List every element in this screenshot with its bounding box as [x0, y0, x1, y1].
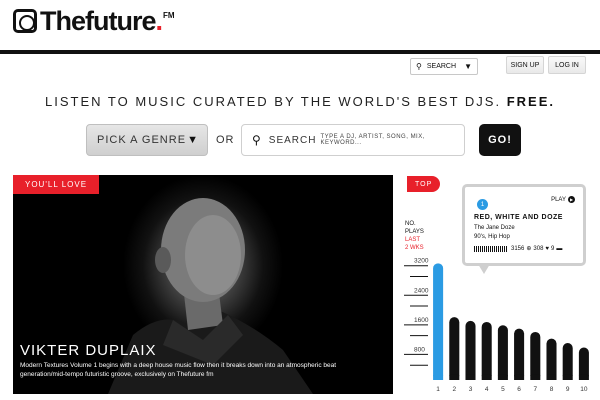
chart-bar-base — [546, 374, 557, 380]
chart-bar-8[interactable] — [546, 338, 557, 380]
heart-icon: ♥ — [545, 245, 549, 252]
x-tick-label: 8 — [550, 386, 554, 393]
y-tick-label: 3200 — [414, 258, 429, 265]
y-tick-label: 2400 — [414, 287, 429, 294]
top-plays-chart: 800 1600 2400 3200 1 2 3 4 5 6 7 8 9 10 — [404, 258, 589, 393]
x-tick-label: 6 — [517, 386, 521, 393]
x-tick-label: 3 — [469, 386, 473, 393]
chart-bar-base — [497, 374, 508, 380]
hearts-count: 9 — [550, 245, 555, 252]
search-placeholder: TYPE A DJ, ARTIST, SONG, MIX, KEYWORD... — [320, 134, 425, 146]
logo-mark-icon — [13, 9, 37, 33]
popup-pointer — [478, 264, 490, 274]
play-button[interactable]: PLAY ▶ — [551, 196, 575, 203]
track-stats: 3156 ⊕ 308 ♥ 9 ▬ — [474, 245, 564, 252]
logo[interactable]: Thefuture . FM — [13, 5, 175, 37]
chevron-down-icon: ▼ — [464, 62, 472, 71]
tagline-emphasis: FREE. — [506, 94, 555, 109]
genre-dropdown[interactable]: PICK A GENRE ▼ — [86, 124, 208, 156]
likes-count: 308 — [533, 245, 544, 252]
chart-bar-base — [578, 374, 589, 380]
main-search-input[interactable]: ⚲ SEARCH TYPE A DJ, ARTIST, SONG, MIX, K… — [241, 124, 465, 156]
chevron-down-icon: ▼ — [187, 134, 199, 146]
chart-period-line1: LAST — [405, 237, 421, 243]
x-tick-label: 4 — [485, 386, 489, 393]
top-chart-tag: TOP — [407, 176, 441, 192]
x-tick-label: 9 — [566, 386, 570, 393]
logo-text: Thefuture — [40, 6, 156, 36]
chart-bar-1[interactable] — [433, 263, 444, 380]
waveform-icon — [474, 245, 508, 252]
sign-up-button[interactable]: SIGN UP — [506, 56, 544, 74]
go-button[interactable]: GO! — [479, 124, 521, 156]
x-tick-label: 2 — [452, 386, 456, 393]
chart-bar-base — [562, 374, 573, 380]
top-search-dropdown[interactable]: ⚲ SEARCH ▼ — [410, 58, 478, 75]
track-artist[interactable]: The Jane Doze — [474, 225, 515, 231]
log-in-button[interactable]: LOG IN — [548, 56, 586, 74]
chart-bar-9[interactable] — [562, 343, 573, 380]
chart-ylabel-line2: PLAYS — [405, 229, 424, 235]
play-label: PLAY — [551, 196, 566, 203]
x-tick-label: 10 — [580, 386, 588, 393]
track-genre: 90's, Hip Hop — [474, 234, 510, 240]
featured-dj-name[interactable]: VIKTER DUPLAIX — [20, 342, 157, 359]
logo-fm: FM — [163, 11, 175, 20]
track-title[interactable]: RED, WHITE AND DOZE — [474, 214, 563, 221]
site-header: Thefuture . FM — [0, 0, 600, 50]
chart-bar-base — [481, 374, 492, 380]
chart-bar-base — [449, 374, 460, 380]
chart-bar-7[interactable] — [530, 331, 541, 380]
play-icon: ▶ — [568, 196, 575, 203]
chart-ylabel-line1: NO. — [405, 221, 416, 227]
or-label: OR — [216, 134, 235, 146]
chart-bar-4[interactable] — [481, 321, 492, 380]
chart-bar-2[interactable] — [449, 317, 460, 380]
y-tick-label: 1600 — [414, 317, 429, 324]
chart-bar-base — [514, 374, 525, 380]
chart-bar-6[interactable] — [514, 328, 525, 380]
logo-dot: . — [155, 6, 164, 36]
hero-tagline: LISTEN TO MUSIC CURATED BY THE WORLD'S B… — [0, 94, 600, 109]
rank-badge: 1 — [477, 199, 488, 210]
chart-bar-base — [433, 374, 444, 380]
x-tick-label: 7 — [533, 386, 537, 393]
search-icon: ⚲ — [252, 133, 261, 147]
x-tick-label: 1 — [436, 386, 440, 393]
header-divider — [0, 50, 600, 54]
chart-bar-base — [465, 374, 476, 380]
plays-icon: ⊕ — [526, 246, 532, 252]
chart-bar-base — [530, 374, 541, 380]
genre-dropdown-label: PICK A GENRE — [97, 134, 187, 146]
chart-bar-3[interactable] — [465, 320, 476, 380]
search-label: SEARCH — [268, 134, 317, 146]
youll-love-ribbon: YOU'LL LOVE — [13, 175, 100, 194]
y-tick-label: 800 — [414, 346, 425, 353]
featured-dj-card[interactable]: YOU'LL LOVE VIKTER DUPLAIX Modern Textur… — [13, 175, 393, 394]
chart-bar-5[interactable] — [497, 325, 508, 380]
chart-ylabel: NO. PLAYS — [405, 220, 424, 236]
featured-dj-description: Modern Textures Volume 1 begins with a d… — [20, 362, 337, 378]
track-popup[interactable]: 1 PLAY ▶ RED, WHITE AND DOZE The Jane Do… — [462, 184, 586, 266]
search-icon: ⚲ — [416, 62, 422, 71]
x-tick-label: 5 — [501, 386, 505, 393]
comment-icon: ▬ — [556, 245, 563, 252]
tagline-text: LISTEN TO MUSIC CURATED BY THE WORLD'S B… — [45, 94, 502, 109]
top-search-label: SEARCH — [426, 63, 457, 70]
plays-count: 3156 — [511, 245, 525, 252]
